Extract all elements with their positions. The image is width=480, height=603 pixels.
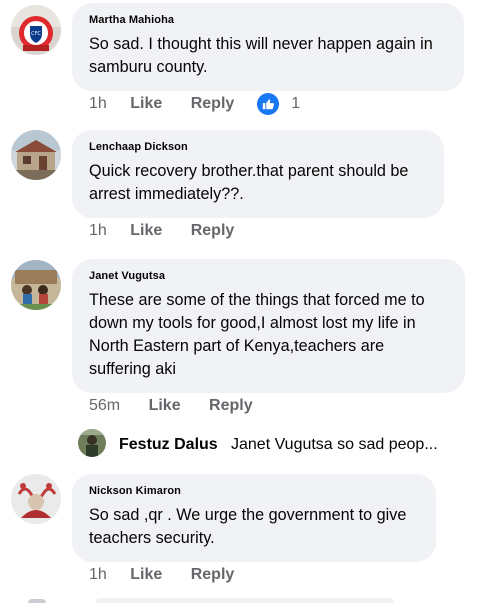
comment-author[interactable]: Martha Mahioha — [89, 13, 447, 28]
avatar[interactable] — [11, 130, 61, 180]
comment-bubble: Lenchaap Dickson Quick recovery brother.… — [72, 130, 444, 218]
svg-text:CFC: CFC — [31, 31, 41, 37]
like-button[interactable]: Like — [130, 94, 162, 114]
comment-author[interactable]: Nickson Kimaron — [89, 484, 419, 499]
comment-actions: 1h Like Reply — [89, 221, 234, 241]
reply-button[interactable]: Reply — [191, 565, 235, 585]
avatar[interactable] — [11, 260, 61, 310]
comment-actions: 1h Like Reply — [89, 565, 234, 585]
like-button[interactable]: Like — [130, 221, 162, 241]
reply-text[interactable]: Janet Vugutsa so sad peop... — [231, 436, 438, 454]
reply-preview[interactable]: Festuz Dalus Janet Vugutsa so sad peop..… — [78, 429, 478, 459]
comment-time[interactable]: 56m — [89, 396, 120, 416]
avatar[interactable] — [78, 429, 106, 457]
comment-bubble: Janet Vugutsa These are some of the thin… — [72, 259, 465, 393]
comment-text: So sad ,qr . We urge the government to g… — [89, 506, 407, 547]
next-comment-bubble — [95, 598, 395, 603]
reply-author[interactable]: Festuz Dalus — [119, 436, 218, 454]
like-button[interactable]: Like — [130, 565, 162, 585]
reply-button[interactable]: Reply — [191, 94, 235, 114]
comment-author[interactable]: Lenchaap Dickson — [89, 140, 427, 155]
comment-time[interactable]: 1h — [89, 94, 107, 114]
comment-author[interactable]: Janet Vugutsa — [89, 269, 448, 284]
reaction-count[interactable]: 1 — [291, 94, 300, 114]
comment-bubble: Nickson Kimaron So sad ,qr . We urge the… — [72, 474, 436, 562]
comment-bubble: Martha Mahioha So sad. I thought this wi… — [72, 3, 464, 91]
comment-text: Quick recovery brother.that parent shoul… — [89, 162, 409, 203]
comment-text: So sad. I thought this will never happen… — [89, 35, 433, 76]
like-thumb-icon[interactable] — [256, 93, 279, 115]
like-button[interactable]: Like — [149, 396, 181, 416]
comment-time[interactable]: 1h — [89, 221, 107, 241]
next-comment-avatar — [28, 599, 46, 603]
comment-text: These are some of the things that forced… — [89, 291, 425, 378]
comment-time[interactable]: 1h — [89, 565, 107, 585]
avatar[interactable] — [11, 474, 61, 524]
reply-button[interactable]: Reply — [209, 396, 253, 416]
comment-actions: 56m Like Reply — [89, 396, 253, 416]
comment-actions: 1h Like Reply 1 — [89, 93, 300, 115]
reply-button[interactable]: Reply — [191, 221, 235, 241]
avatar[interactable]: CFC — [11, 5, 61, 55]
